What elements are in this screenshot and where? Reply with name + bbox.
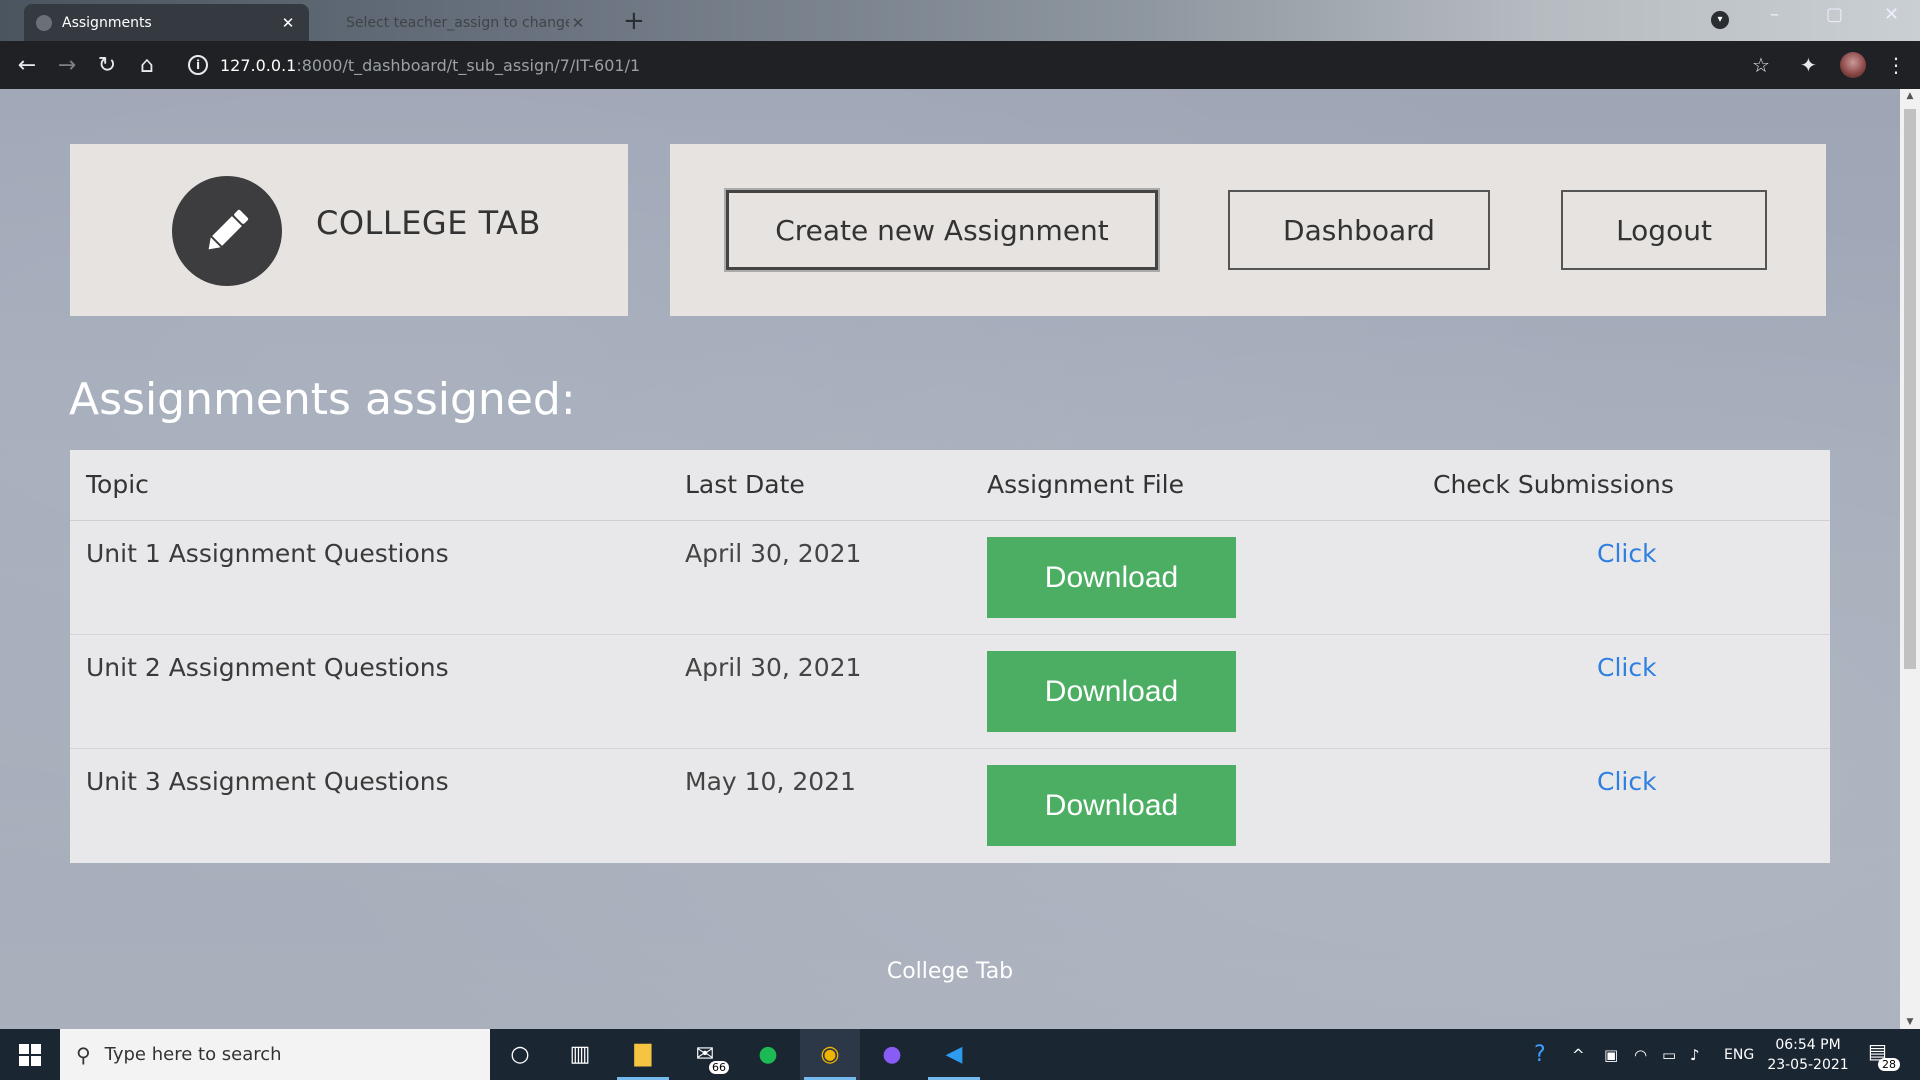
footer-text: College Tab xyxy=(886,959,1014,984)
brand-panel: COLLEGE TAB xyxy=(70,144,628,316)
nav-panel: Create new Assignment Dashboard Logout xyxy=(670,144,1826,316)
brand-name: COLLEGE TAB xyxy=(316,204,541,242)
forward-arrow-icon[interactable]: → xyxy=(47,45,87,85)
table-row: Unit 3 Assignment Questions May 10, 2021… xyxy=(70,749,1830,863)
url-host: 127.0.0.1 xyxy=(220,55,297,75)
assignments-table: Topic Last Date Assignment File Check Su… xyxy=(70,450,1830,863)
column-header-topic: Topic xyxy=(86,470,149,499)
taskbar-search-input[interactable]: ⚲ Type here to search xyxy=(60,1029,490,1080)
search-icon: ⚲ xyxy=(76,1042,91,1067)
tab-title: Assignments xyxy=(62,14,152,31)
table-row: Unit 1 Assignment Questions April 30, 20… xyxy=(70,521,1830,635)
help-icon[interactable]: ? xyxy=(1534,1029,1546,1080)
create-assignment-button[interactable]: Create new Assignment xyxy=(726,190,1158,270)
row-topic: Unit 2 Assignment Questions xyxy=(86,653,449,682)
chrome-icon[interactable]: ◉ xyxy=(800,1029,860,1080)
wifi-icon[interactable]: ◠ xyxy=(1634,1029,1647,1080)
close-tab-icon[interactable]: ✕ xyxy=(279,14,297,32)
row-topic: Unit 3 Assignment Questions xyxy=(86,767,449,796)
home-icon[interactable]: ⌂ xyxy=(127,45,167,85)
windows-taskbar: ⚲ Type here to search ○ ▥ ▇ ✉ 66 ● ◉ ● ◀ … xyxy=(0,1029,1920,1080)
row-last-date: April 30, 2021 xyxy=(685,653,862,682)
github-desktop-icon[interactable]: ● xyxy=(862,1029,922,1080)
windows-start-icon[interactable] xyxy=(0,1029,60,1080)
download-button[interactable]: Download xyxy=(987,537,1236,618)
extensions-puzzle-icon[interactable]: ✦ xyxy=(1800,41,1817,89)
task-view-icon[interactable]: ▥ xyxy=(550,1029,610,1080)
page-viewport: COLLEGE TAB Create new Assignment Dashbo… xyxy=(0,89,1900,1029)
profile-avatar[interactable] xyxy=(1840,52,1866,78)
close-window-icon[interactable]: ✕ xyxy=(1884,4,1899,25)
clock-date: 23-05-2021 xyxy=(1767,1057,1849,1073)
spotify-icon[interactable]: ● xyxy=(738,1029,798,1080)
browser-menu-icon[interactable]: ⋮ xyxy=(1886,41,1906,89)
logout-button[interactable]: Logout xyxy=(1561,190,1767,270)
download-button[interactable]: Download xyxy=(987,765,1236,846)
browser-tab-strip: Assignments ✕ Select teacher_assign to c… xyxy=(0,0,1920,41)
language-indicator[interactable]: ENG xyxy=(1724,1029,1754,1080)
column-header-check-submissions: Check Submissions xyxy=(1433,470,1674,499)
notification-center-icon[interactable]: ▤ 28 xyxy=(1868,1039,1900,1071)
cortana-circle-icon[interactable]: ○ xyxy=(490,1029,550,1080)
address-bar[interactable]: i 127.0.0.1:8000/t_dashboard/t_sub_assig… xyxy=(176,47,1776,83)
close-tab-icon[interactable]: ✕ xyxy=(569,14,587,32)
scrollbar-thumb[interactable] xyxy=(1904,109,1916,669)
table-header: Topic Last Date Assignment File Check Su… xyxy=(70,450,1830,521)
notification-count: 28 xyxy=(1878,1058,1900,1071)
loading-favicon-icon xyxy=(36,14,52,31)
bookmark-star-icon[interactable]: ☆ xyxy=(1752,41,1770,89)
tab-assignments[interactable]: Assignments ✕ xyxy=(24,4,309,41)
site-info-icon[interactable]: i xyxy=(188,55,208,75)
battery-icon[interactable]: ▭ xyxy=(1662,1029,1676,1080)
meet-now-icon[interactable]: ▣ xyxy=(1604,1029,1618,1080)
reload-icon[interactable]: ↻ xyxy=(87,45,127,85)
tab-select-teacher-assign[interactable]: Select teacher_assign to change ✕ xyxy=(334,4,599,41)
scroll-up-arrow-icon[interactable]: ▲ xyxy=(1900,91,1920,101)
search-placeholder: Type here to search xyxy=(104,1044,282,1065)
tab-title: Select teacher_assign to change xyxy=(346,14,569,31)
download-button[interactable]: Download xyxy=(987,651,1236,732)
pencil-logo-icon xyxy=(172,176,282,286)
mail-icon[interactable]: ✉ 66 xyxy=(675,1029,735,1080)
vscode-icon[interactable]: ◀ xyxy=(924,1029,984,1080)
check-submissions-link[interactable]: Click xyxy=(1597,653,1657,682)
new-tab-plus-icon[interactable]: + xyxy=(623,6,645,36)
table-row: Unit 2 Assignment Questions April 30, 20… xyxy=(70,635,1830,749)
column-header-assignment-file: Assignment File xyxy=(987,470,1184,499)
column-header-last-date: Last Date xyxy=(685,470,805,499)
scroll-down-arrow-icon[interactable]: ▼ xyxy=(1900,1017,1920,1027)
browser-toolbar: ← → ↻ ⌂ i 127.0.0.1:8000/t_dashboard/t_s… xyxy=(0,41,1920,89)
row-last-date: May 10, 2021 xyxy=(685,767,856,796)
tab-search-icon[interactable]: ▾ xyxy=(1711,11,1729,29)
back-arrow-icon[interactable]: ← xyxy=(7,45,47,85)
show-hidden-icons-chevron-icon[interactable]: ^ xyxy=(1572,1029,1585,1080)
maximize-window-icon[interactable]: ▢ xyxy=(1826,4,1843,25)
check-submissions-link[interactable]: Click xyxy=(1597,767,1657,796)
row-topic: Unit 1 Assignment Questions xyxy=(86,539,449,568)
page-scrollbar[interactable]: ▲ ▼ xyxy=(1900,89,1920,1029)
check-submissions-link[interactable]: Click xyxy=(1597,539,1657,568)
taskbar-clock[interactable]: 06:54 PM 23-05-2021 xyxy=(1758,1035,1858,1075)
row-last-date: April 30, 2021 xyxy=(685,539,862,568)
url-path: :8000/t_dashboard/t_sub_assign/7/IT-601/… xyxy=(296,55,641,75)
dashboard-button[interactable]: Dashboard xyxy=(1228,190,1490,270)
file-explorer-icon[interactable]: ▇ xyxy=(613,1029,673,1080)
profile-area xyxy=(1840,41,1866,89)
page-title: Assignments assigned: xyxy=(69,374,576,425)
mail-badge: 66 xyxy=(709,1061,729,1074)
minimize-window-icon[interactable]: – xyxy=(1770,4,1779,25)
clock-time: 06:54 PM xyxy=(1775,1037,1841,1053)
volume-icon[interactable]: ♪ xyxy=(1690,1029,1700,1080)
